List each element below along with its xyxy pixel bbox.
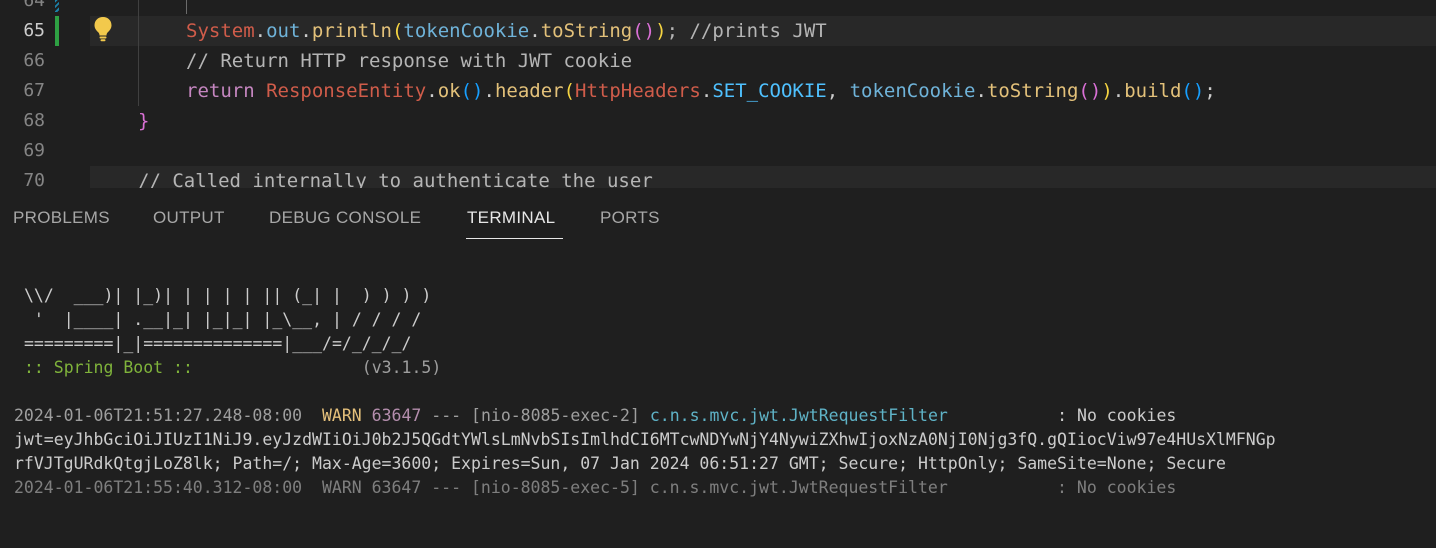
tab-debug-console[interactable]: DEBUG CONSOLE	[269, 208, 421, 228]
log-separator: ---	[431, 406, 462, 425]
active-tab-indicator	[466, 238, 563, 239]
code-editor[interactable]: 64 65 System.out.println(tokenCookie.toS…	[0, 0, 1436, 188]
ascii-banner-line: =========|_|==============|___/=/_/_/_/	[24, 334, 412, 353]
code-line-66: 66 // Return HTTP response with JWT cook…	[0, 46, 1436, 76]
spring-boot-banner: :: Spring Boot :: (v3.1.5)	[24, 356, 1434, 380]
code-line-67: 67 return ResponseEntity.ok().header(Htt…	[0, 76, 1436, 106]
code-line-64: 64	[0, 0, 1436, 16]
log-logger: c.n.s.mvc.jwt.JwtRequestFilter	[649, 406, 948, 425]
code-line-68: 68 }	[0, 106, 1436, 136]
line-number: 66	[23, 50, 45, 71]
log-thread: [nio-8085-exec-2]	[471, 406, 640, 425]
code-comment[interactable]: // Called internally to authenticate the…	[138, 166, 653, 188]
lightbulb-icon[interactable]	[93, 16, 113, 42]
code-text[interactable]: return ResponseEntity.ok().header(HttpHe…	[186, 76, 1216, 106]
terminal-output[interactable]: \\/ ___)| |_)| | | | | || (_| | ) ) ) ) …	[14, 260, 1434, 548]
log-line-partial: 2024-01-06T21:55:40.312-08:00 WARN 63647…	[14, 478, 1177, 497]
code-line-70: 70 // Called internally to authenticate …	[0, 166, 1436, 188]
ascii-banner-line: \\/ ___)| |_)| | | | | || (_| | ) ) ) )	[24, 286, 432, 305]
code-line-69: 69	[0, 136, 1436, 166]
line-number: 64	[23, 0, 45, 11]
log-timestamp: 2024-01-06T21:51:27.248-08:00	[14, 406, 303, 425]
bottom-panel: PROBLEMS OUTPUT DEBUG CONSOLE TERMINAL P…	[0, 188, 1436, 497]
line-number: 67	[23, 80, 45, 101]
line-number: 69	[23, 140, 45, 161]
line-number: 65	[23, 20, 45, 41]
log-line: 2024-01-06T21:51:27.248-08:00 WARN 63647…	[14, 404, 1434, 428]
tab-output[interactable]: OUTPUT	[153, 208, 225, 228]
jwt-output-line: jwt=eyJhbGciOiJIUzI1NiJ9.eyJzdWIiOiJ0b2J…	[14, 430, 1276, 449]
tab-problems[interactable]: PROBLEMS	[13, 208, 110, 228]
tab-terminal[interactable]: TERMINAL	[467, 208, 555, 228]
log-message: : No cookies	[1057, 406, 1177, 425]
panel-tabs: PROBLEMS OUTPUT DEBUG CONSOLE TERMINAL P…	[0, 188, 1436, 244]
line-number: 70	[23, 170, 45, 188]
indent-guide	[138, 0, 139, 106]
ascii-banner-line: ' |____| .__|_| |_|_| |_\__, | / / / /	[24, 310, 422, 329]
indent-guide-active	[186, 0, 187, 14]
spring-boot-version: (v3.1.5)	[361, 358, 442, 377]
log-pid: 63647	[371, 406, 422, 425]
closing-brace[interactable]: }	[138, 106, 149, 136]
line-number: 68	[23, 110, 45, 131]
code-text[interactable]: System.out.println(tokenCookie.toString(…	[186, 16, 827, 46]
code-line-65: 65 System.out.println(tokenCookie.toStri…	[0, 16, 1436, 46]
spring-boot-label: :: Spring Boot ::	[24, 358, 193, 377]
jwt-output-line: rfVJTgURdkQtgjLoZ8lk; Path=/; Max-Age=36…	[14, 454, 1226, 473]
log-level: WARN	[321, 406, 362, 425]
code-comment[interactable]: // Return HTTP response with JWT cookie	[186, 46, 632, 76]
tab-ports[interactable]: PORTS	[600, 208, 660, 228]
